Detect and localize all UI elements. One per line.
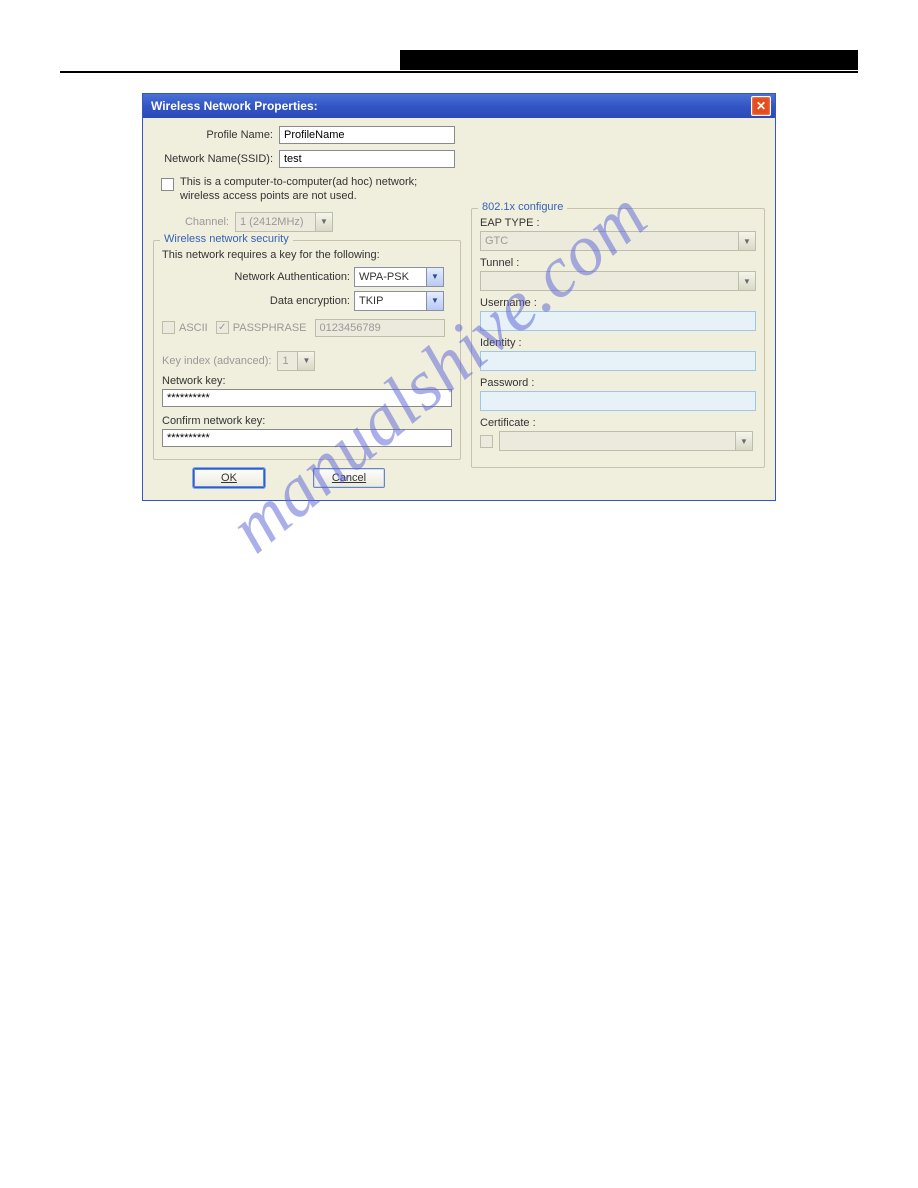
- ok-label: OK: [221, 472, 237, 484]
- key-index-label: Key index (advanced):: [162, 355, 271, 367]
- username-label: Username :: [480, 297, 756, 309]
- titlebar[interactable]: Wireless Network Properties: ✕: [143, 94, 775, 118]
- certificate-select: ▼: [499, 431, 753, 451]
- network-key-input[interactable]: [162, 389, 452, 407]
- close-button[interactable]: ✕: [751, 96, 771, 116]
- identity-label: Identity :: [480, 337, 756, 349]
- password-input: [480, 391, 756, 411]
- eap-type-label: EAP TYPE :: [480, 217, 756, 229]
- auth-label: Network Authentication:: [162, 271, 350, 283]
- chevron-down-icon[interactable]: ▼: [426, 292, 443, 310]
- eap-type-select: GTC ▼: [480, 231, 756, 251]
- passphrase-label: PASSPHRASE: [233, 322, 307, 334]
- dialog-wireless-properties: Wireless Network Properties: ✕ Profile N…: [142, 93, 776, 501]
- profile-name-label: Profile Name:: [153, 129, 273, 141]
- 8021x-legend: 802.1x configure: [478, 201, 567, 213]
- identity-input: [480, 351, 756, 371]
- chevron-down-icon: ▼: [315, 213, 332, 231]
- window-title: Wireless Network Properties:: [151, 99, 318, 113]
- ssid-input[interactable]: [279, 150, 455, 168]
- certificate-checkbox: [480, 435, 493, 448]
- 8021x-fieldset: 802.1x configure EAP TYPE : GTC ▼ Tunnel…: [471, 208, 765, 468]
- confirm-key-input[interactable]: [162, 429, 452, 447]
- ascii-checkbox: [162, 321, 175, 334]
- username-input: [480, 311, 756, 331]
- encryption-value: TKIP: [359, 295, 426, 307]
- channel-select: 1 (2412MHz) ▼: [235, 212, 333, 232]
- encryption-label: Data encryption:: [162, 295, 350, 307]
- confirm-key-label: Confirm network key:: [162, 415, 452, 427]
- eap-type-value: GTC: [485, 235, 738, 247]
- ssid-label: Network Name(SSID):: [153, 153, 273, 165]
- tunnel-select: ▼: [480, 271, 756, 291]
- chevron-down-icon[interactable]: ▼: [426, 268, 443, 286]
- key-index-value: 1: [282, 355, 297, 367]
- channel-value: 1 (2412MHz): [240, 216, 315, 228]
- chevron-down-icon: ▼: [735, 432, 752, 450]
- profile-name-input[interactable]: [279, 126, 455, 144]
- adhoc-text: This is a computer-to-computer(ad hoc) n…: [180, 176, 440, 204]
- page-header-blackbar: [400, 50, 858, 70]
- auth-value: WPA-PSK: [359, 271, 426, 283]
- channel-label: Channel:: [153, 216, 229, 228]
- adhoc-checkbox[interactable]: [161, 178, 174, 191]
- chevron-down-icon: ▼: [738, 272, 755, 290]
- chevron-down-icon: ▼: [738, 232, 755, 250]
- certificate-label: Certificate :: [480, 417, 756, 429]
- chevron-down-icon: ▼: [297, 352, 314, 370]
- network-key-label: Network key:: [162, 375, 452, 387]
- key-index-select: 1 ▼: [277, 351, 315, 371]
- cancel-label: Cancel: [332, 472, 366, 484]
- passphrase-checkbox: [216, 321, 229, 334]
- cancel-button[interactable]: Cancel: [313, 468, 385, 488]
- page-header-underline: [60, 71, 858, 73]
- security-legend: Wireless network security: [160, 233, 293, 245]
- close-icon: ✕: [756, 99, 766, 113]
- auth-select[interactable]: WPA-PSK ▼: [354, 267, 444, 287]
- password-label: Password :: [480, 377, 756, 389]
- passphrase-input: [315, 319, 445, 337]
- tunnel-label: Tunnel :: [480, 257, 756, 269]
- security-fieldset: Wireless network security This network r…: [153, 240, 461, 460]
- security-note: This network requires a key for the foll…: [162, 249, 452, 261]
- ascii-label: ASCII: [179, 322, 208, 334]
- encryption-select[interactable]: TKIP ▼: [354, 291, 444, 311]
- ok-button[interactable]: OK: [193, 468, 265, 488]
